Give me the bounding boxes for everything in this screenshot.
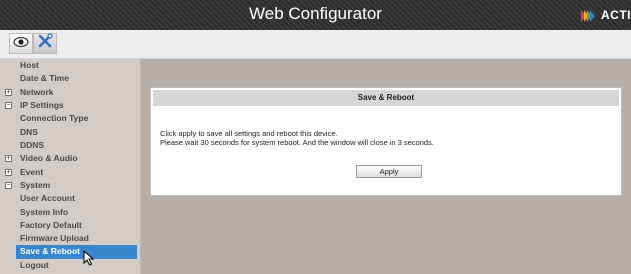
sidebar-item-host[interactable]: Host — [0, 59, 138, 72]
sidebar-item-system-info[interactable]: System Info — [0, 206, 138, 219]
sidebar-menu: Host Date & Time + Network − IP Settings C… — [0, 59, 141, 274]
eye-icon — [13, 35, 29, 53]
panel-title: Save & Reboot — [153, 90, 619, 106]
expand-icon[interactable]: + — [5, 155, 12, 162]
brand-name: ACTI — [601, 8, 631, 22]
expand-icon[interactable]: + — [5, 89, 12, 96]
sidebar-item-factory-default[interactable]: Factory Default — [0, 219, 138, 232]
acti-logo-icon — [581, 9, 597, 22]
app-title: Web Configurator — [249, 4, 382, 23]
tools-icon — [37, 33, 53, 54]
sidebar-item-save-reboot[interactable]: Save & Reboot — [16, 245, 137, 259]
sidebar-item-connection-type[interactable]: Connection Type — [0, 112, 138, 125]
toolbar — [0, 30, 631, 59]
reboot-wait-text: Please wait 30 seconds for system reboot… — [160, 138, 434, 147]
sidebar-item-user-account[interactable]: User Account — [0, 192, 138, 205]
sidebar-item-date-time[interactable]: Date & Time — [0, 72, 138, 85]
collapse-icon[interactable]: − — [5, 102, 12, 109]
sidebar-item-ddns[interactable]: DDNS — [0, 139, 138, 152]
view-button[interactable] — [9, 33, 33, 54]
expand-icon[interactable]: + — [5, 169, 12, 176]
sidebar-item-logout[interactable]: Logout — [0, 259, 138, 272]
sidebar-item-event[interactable]: + Event — [0, 166, 138, 179]
brand-logo: ACTI — [581, 7, 631, 23]
reboot-instruction-text: Click apply to save all settings and reb… — [160, 129, 338, 138]
sidebar-item-ip-settings[interactable]: − IP Settings — [0, 99, 138, 112]
mouse-pointer-icon — [83, 249, 95, 266]
save-reboot-panel: Save & Reboot Click apply to save all se… — [150, 87, 622, 196]
sidebar-item-firmware-upload[interactable]: Firmware Upload — [0, 232, 138, 245]
sidebar-item-system[interactable]: − System — [0, 179, 138, 192]
sidebar-item-video-audio[interactable]: + Video & Audio — [0, 152, 138, 165]
apply-button[interactable]: Apply — [356, 165, 422, 178]
title-bar: Web Configurator ACTI — [0, 0, 631, 30]
collapse-icon[interactable]: − — [5, 182, 12, 189]
setup-button[interactable] — [33, 33, 57, 54]
sidebar-item-network[interactable]: + Network — [0, 86, 138, 99]
sidebar-item-dns[interactable]: DNS — [0, 126, 138, 139]
